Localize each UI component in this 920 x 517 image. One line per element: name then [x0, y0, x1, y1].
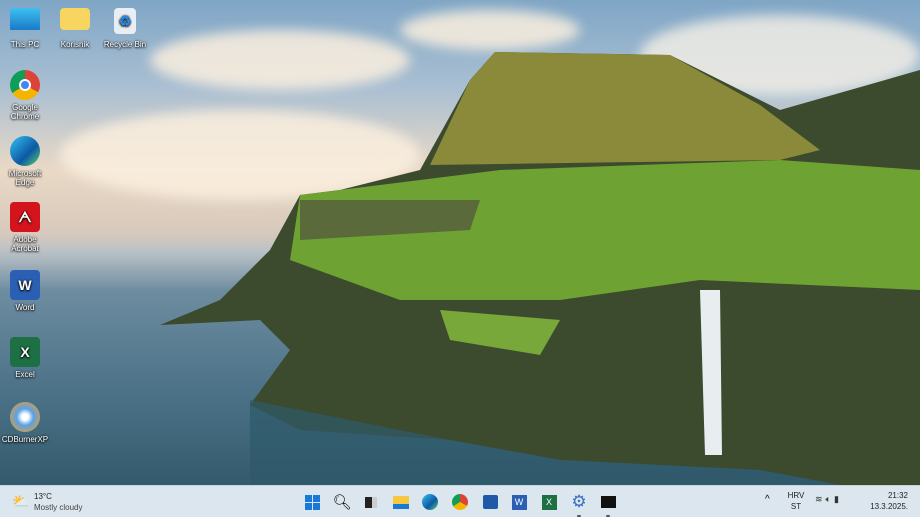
- store-icon: [482, 495, 498, 509]
- folder-icon: [393, 495, 409, 509]
- taskbar-store[interactable]: [480, 492, 500, 512]
- desktop-icon-word[interactable]: W Word: [0, 270, 50, 312]
- taskbar-chrome[interactable]: [450, 492, 470, 512]
- recycle-bin-icon: ♻: [114, 8, 136, 34]
- taskbar-edge[interactable]: [420, 492, 440, 512]
- acrobat-icon: ᗅ: [10, 202, 40, 232]
- excel-icon: X: [10, 337, 40, 367]
- folder-icon: [60, 8, 90, 30]
- chrome-icon: [10, 70, 40, 100]
- desktop-icon-acrobat[interactable]: ᗅ Adobe Acrobat: [0, 202, 50, 253]
- language-indicator[interactable]: HRV ST: [786, 491, 806, 511]
- system-tray-status[interactable]: ≋🔈︎▮: [815, 494, 842, 505]
- word-icon: W: [10, 270, 40, 300]
- monitor-icon: [10, 8, 40, 30]
- desktop-icon-excel[interactable]: X Excel: [0, 337, 50, 379]
- search-button[interactable]: 🔍︎: [332, 492, 352, 512]
- gear-icon: ⚙: [571, 492, 587, 511]
- taskbar-terminal[interactable]: [598, 492, 618, 517]
- volume-icon: 🔈︎: [825, 494, 834, 504]
- task-view-button[interactable]: [361, 492, 381, 512]
- cliffs-landscape: [160, 52, 920, 485]
- weather-cloud-icon: ⛅: [12, 493, 30, 509]
- clock[interactable]: 21:32 13.3.2025.: [870, 491, 908, 511]
- wifi-icon: ≋: [815, 494, 826, 504]
- terminal-icon: [600, 496, 616, 508]
- taskbar-word[interactable]: W: [509, 492, 529, 512]
- search-icon: 🔍︎: [332, 494, 352, 511]
- windows-icon: [304, 494, 320, 510]
- taskbar-excel[interactable]: X: [539, 492, 559, 512]
- desktop-icon-korisnik[interactable]: Korisnik: [50, 8, 100, 49]
- desktop-icon-recycle-bin[interactable]: ♻ Recycle Bin: [100, 8, 150, 49]
- desktop-icon-this-pc[interactable]: This PC: [0, 8, 50, 49]
- edge-icon: [422, 494, 438, 510]
- start-button[interactable]: [302, 492, 322, 512]
- desktop-icon-cdburnerxp[interactable]: CDBurnerXP: [0, 402, 50, 444]
- taskbar-settings[interactable]: ⚙: [569, 492, 589, 517]
- battery-icon: ▮: [833, 494, 842, 504]
- show-hidden-icons-chevron[interactable]: ^: [765, 494, 770, 505]
- edge-icon: [10, 136, 40, 166]
- chrome-icon: [452, 494, 468, 510]
- taskbar: ⛅ 13°C Mostly cloudy 🔍︎ W X ⚙ ^ HRV ST ≋…: [0, 485, 920, 517]
- desktop-icon-edge[interactable]: Microsoft Edge: [0, 136, 50, 187]
- cdburner-icon: [10, 402, 40, 432]
- weather-widget[interactable]: ⛅ 13°C Mostly cloudy: [10, 490, 100, 514]
- desktop-wallpaper: [0, 0, 920, 485]
- excel-icon: X: [541, 494, 557, 510]
- taskbar-file-explorer[interactable]: [391, 492, 411, 512]
- desktop-icon-chrome[interactable]: Google Chrome: [0, 70, 50, 121]
- word-icon: W: [511, 494, 527, 510]
- task-view-icon: [365, 496, 377, 508]
